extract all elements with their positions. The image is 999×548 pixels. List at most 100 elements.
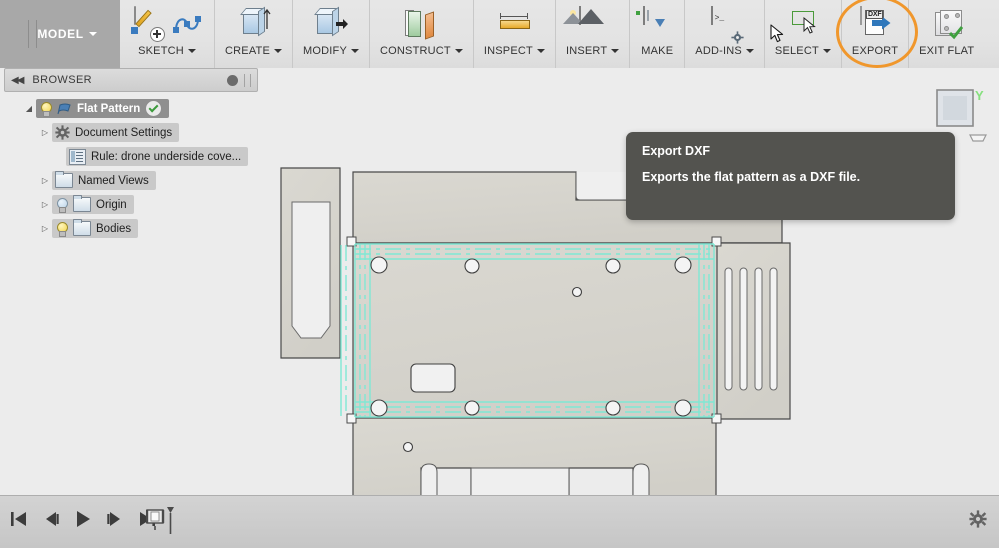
tooltip-title: Export DXF (642, 144, 711, 158)
green-check-icon[interactable] (145, 100, 163, 117)
tooltip-body: Exports the flat pattern as a DXF file. (642, 170, 861, 184)
browser-tree: ◢ Flat Pattern ▷ Document Settings Rule:… (4, 92, 258, 238)
lightbulb-icon[interactable] (55, 221, 68, 237)
panel-label: SELECT (775, 45, 831, 57)
measure-ruler-icon[interactable] (497, 7, 531, 41)
step-forward-icon[interactable] (104, 508, 126, 530)
exit-flat-pattern-icon[interactable] (932, 10, 963, 40)
tree-item-named-views[interactable]: ▷ Named Views (4, 171, 258, 190)
ribbon-grip (28, 20, 37, 48)
play-icon[interactable] (72, 508, 94, 530)
panel-icons: DXF (858, 4, 892, 44)
panel-label: SKETCH (138, 45, 196, 57)
ribbon-toolbar: MODEL SKETCH CREATE MODIFY CONSTRUCT INS… (0, 0, 999, 69)
3d-print-icon[interactable] (636, 6, 674, 41)
expand-twisty-icon[interactable]: ▷ (38, 224, 52, 233)
chevron-down-icon (822, 49, 831, 54)
panel-icons (786, 4, 820, 44)
chevron-down-icon (454, 49, 463, 54)
ribbon-panel-exit-flat[interactable]: EXIT FLAT (909, 0, 984, 68)
arrow-cursor (770, 24, 784, 43)
gear-icon[interactable] (969, 510, 987, 528)
tree-chip[interactable]: Flat Pattern (36, 99, 170, 118)
minimize-dot-icon[interactable] (227, 74, 238, 86)
flat-pattern-feature-icon[interactable] (146, 504, 176, 538)
panel-label-text: MODIFY (303, 45, 347, 57)
panel-label: MODIFY (303, 45, 359, 57)
expand-twisty-icon[interactable]: ▷ (38, 128, 52, 137)
tree-item-document-settings[interactable]: ▷ Document Settings (4, 123, 258, 142)
chevron-down-icon (274, 49, 283, 54)
tree-chip[interactable]: Rule: drone underside cove... (66, 147, 249, 166)
flat-pattern-flag-icon (57, 102, 72, 116)
browser-header: ◀◀ BROWSER (4, 68, 258, 92)
modify-press-pull-icon[interactable] (314, 6, 348, 41)
panel-label-text: SELECT (774, 45, 819, 57)
skip-back-icon[interactable] (8, 508, 30, 530)
ribbon-panel-sketch[interactable]: SKETCH (120, 0, 215, 68)
timeline-playback-controls (8, 508, 158, 530)
panel-icons (562, 4, 610, 44)
browser-panel: ◀◀ BROWSER ◢ Flat Pattern ▷ Document Set… (4, 68, 258, 243)
panel-icons (314, 4, 348, 44)
ribbon-panel-construct[interactable]: CONSTRUCT (370, 0, 474, 68)
panel-label-text: SKETCH (138, 45, 184, 57)
insert-image-icon[interactable] (562, 6, 610, 41)
sketch-create-icon[interactable] (130, 6, 165, 42)
spline-icon[interactable] (170, 7, 204, 41)
tree-chip[interactable]: Bodies (52, 219, 139, 238)
script-addin-icon[interactable]: >_ (708, 6, 744, 44)
workspace-tab-model[interactable]: MODEL (0, 0, 120, 68)
lightbulb-off-icon[interactable] (55, 197, 68, 213)
tree-item-label: Flat Pattern (77, 102, 141, 115)
panel-icons (130, 4, 204, 44)
panel-label-text: EXPORT (851, 45, 899, 57)
panel-label: MAKE (641, 45, 673, 57)
construct-plane-icon[interactable] (404, 7, 438, 41)
ribbon-panel-create[interactable]: CREATE (215, 0, 294, 68)
expand-twisty-icon[interactable]: ◢ (22, 104, 36, 113)
export-tooltip: Export DXF Exports the flat pattern as a… (626, 132, 955, 220)
home-view-icon (969, 134, 987, 142)
collapse-panel-icon[interactable]: ◀◀ (11, 75, 24, 86)
ribbon-panel-export[interactable]: DXF EXPORT (835, 0, 918, 68)
folder-icon (55, 171, 73, 188)
ribbon-panel-make[interactable]: MAKE (630, 0, 686, 68)
panel-label-text: ADD-INS (695, 45, 742, 57)
folder-icon (73, 219, 91, 236)
ribbon-panel-inspect[interactable]: INSPECT (474, 0, 556, 68)
panel-icons (404, 4, 438, 44)
tree-chip[interactable]: Document Settings (52, 123, 180, 142)
gear-icon (731, 31, 744, 44)
tree-item-rule[interactable]: Rule: drone underside cove... (4, 147, 258, 166)
panel-label: EXIT FLAT (919, 45, 974, 57)
tree-item-label: Rule: drone underside cove... (91, 150, 242, 163)
ribbon-panel-addins[interactable]: >_ ADD-INS (685, 0, 765, 68)
tree-item-bodies[interactable]: ▷ Bodies (4, 219, 258, 238)
panel-label: ADD-INS (695, 45, 754, 57)
panel-label-text: EXIT FLAT (919, 45, 975, 57)
expand-twisty-icon[interactable]: ▷ (38, 176, 52, 185)
rectangular-slot (410, 363, 456, 393)
select-window-icon[interactable] (786, 7, 820, 41)
panel-label-text: CREATE (225, 45, 271, 57)
tree-chip[interactable]: Named Views (52, 171, 156, 190)
chevron-down-icon (187, 49, 196, 54)
ribbon-panels: SKETCH CREATE MODIFY CONSTRUCT INSPECT I… (120, 0, 984, 68)
panel-label: INSERT (566, 45, 620, 57)
step-back-icon[interactable] (40, 508, 62, 530)
viewcube-axis-label: Y (975, 88, 984, 103)
lightbulb-icon[interactable] (39, 101, 52, 117)
tree-item-flat-pattern[interactable]: ◢ Flat Pattern (4, 99, 258, 118)
ribbon-panel-modify[interactable]: MODIFY (293, 0, 370, 68)
expand-twisty-icon[interactable]: ▷ (38, 200, 52, 209)
export-dxf-icon[interactable]: DXF (858, 6, 892, 41)
folder-icon (73, 195, 91, 212)
panel-label-text: INSPECT (483, 45, 533, 57)
tree-chip[interactable]: Origin (52, 195, 134, 214)
extrude-box-icon[interactable] (237, 6, 271, 41)
tree-item-origin[interactable]: ▷ Origin (4, 195, 258, 214)
panel-resize-grip[interactable] (244, 73, 251, 87)
green-check-icon (948, 26, 963, 40)
ribbon-panel-insert[interactable]: INSERT (556, 0, 631, 68)
